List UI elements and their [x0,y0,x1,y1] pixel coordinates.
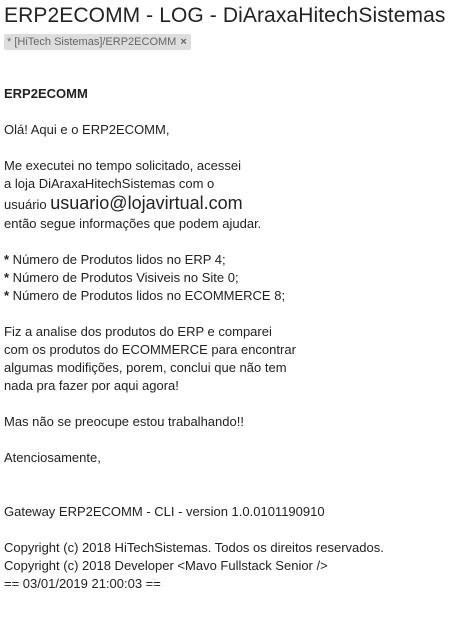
body-heading: ERP2ECOMM [4,86,88,101]
analysis-line-2: com os produtos do ECOMMERCE para encont… [4,342,296,357]
analysis-line-1: Fiz a analise dos produtos do ERP e comp… [4,324,272,339]
bullet-text: Número de Produtos lidos no ECOMMERCE 8; [9,288,286,303]
intro-line-2: a loja DiAraxaHitechSistemas com o [4,176,215,191]
bullet-text: Número de Produtos Visiveis no Site 0; [9,270,239,285]
intro-user-line: usuário usuario@lojavirtual.com [4,193,459,215]
email-subject: ERP2ECOMM - LOG - DiAraxaHitechSistemas [4,4,446,27]
label-chip-star: * [7,36,12,48]
close-icon[interactable]: × [180,34,186,50]
user-email: usuario@lojavirtual.com [50,193,243,213]
greeting-text: Olá! Aqui e o ERP2ECOMM, [4,122,170,137]
intro-line-1: Me executei no tempo solicitado, acessei [4,158,242,173]
label-chip-text: [HiTech Sistemas]/ERP2ECOMM [14,36,177,48]
analysis-line-4: nada pra fazer por aqui agora! [4,378,179,393]
intro-line-4: então segue informações que podem ajudar… [4,216,262,231]
intro-user-prefix: usuário [4,197,47,212]
analysis-line-3: algumas modifições, porem, conclui que n… [4,360,287,375]
list-item: * Número de Produtos lidos no ECOMMERCE … [4,287,459,305]
copyright-line-1: Copyright (c) 2018 HiTechSistemas. Todos… [4,540,384,555]
signoff-text: Atenciosamente, [4,450,101,465]
reassure-text: Mas não se preocupe estou trabalhando!! [4,414,244,429]
gateway-version: Gateway ERP2ECOMM - CLI - version 1.0.01… [4,504,325,519]
list-item: * Número de Produtos lidos no ERP 4; [4,251,459,269]
bullet-text: Número de Produtos lidos no ERP 4; [9,252,226,267]
email-body: ERP2ECOMM Olá! Aqui e o ERP2ECOMM, Me ex… [4,80,459,593]
copyright-line-2: Copyright (c) 2018 Developer <Mavo Fulls… [4,558,328,573]
label-chip[interactable]: * [HiTech Sistemas]/ERP2ECOMM × [4,34,191,50]
list-item: * Número de Produtos Visiveis no Site 0; [4,269,459,287]
timestamp-text: == 03/01/2019 21:00:03 == [4,576,161,591]
